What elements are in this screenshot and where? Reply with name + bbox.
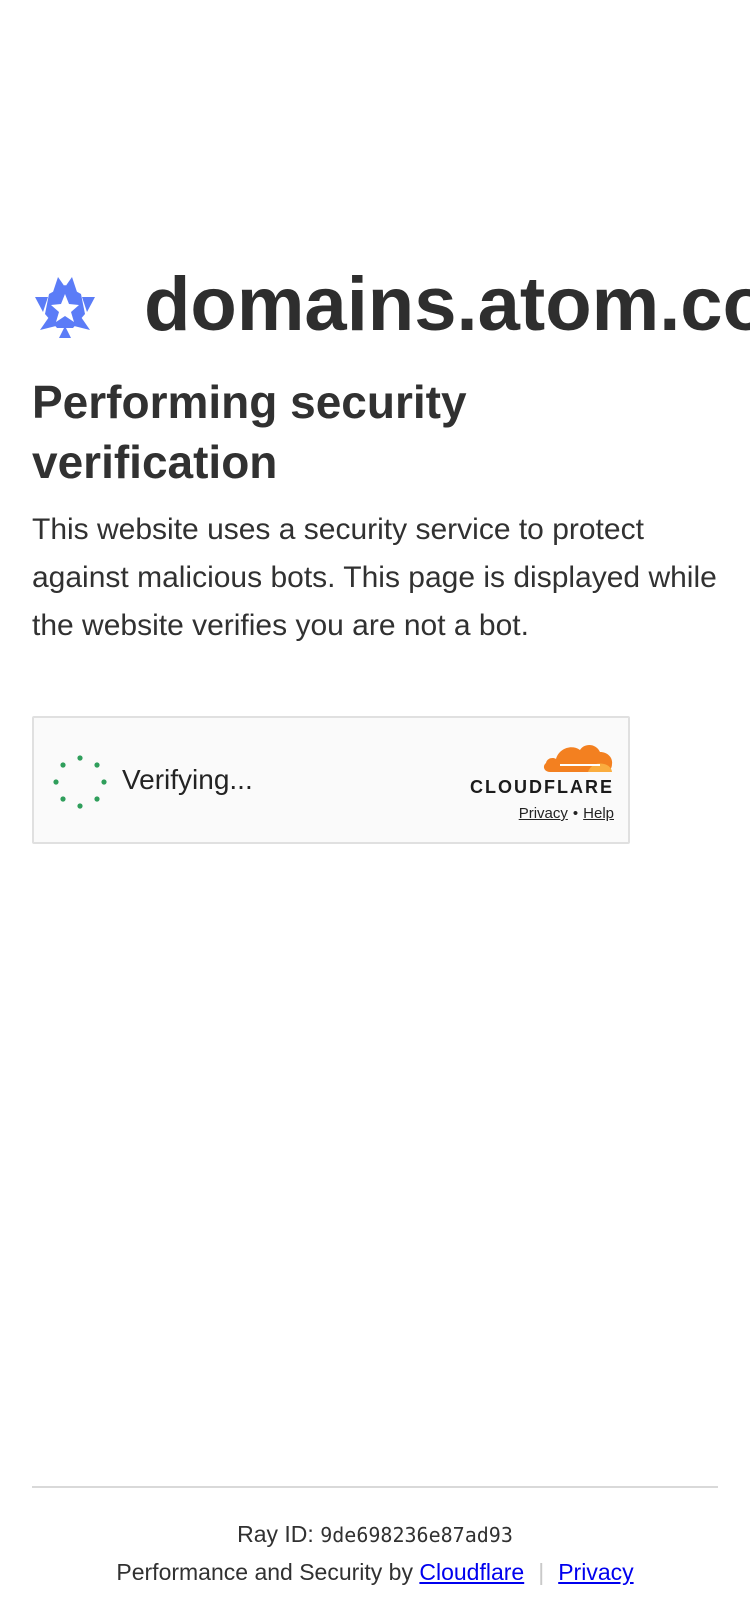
footer-privacy-link[interactable]: Privacy <box>558 1559 633 1585</box>
performance-line: Performance and Security by Cloudflare | P… <box>0 1556 750 1588</box>
ray-id-line: Ray ID: 9de698236e87ad93 <box>0 1518 750 1551</box>
site-domain: domains.atom.com <box>144 262 750 347</box>
atom-star-logo-icon <box>35 277 95 338</box>
widget-links: Privacy • Help <box>519 804 614 824</box>
loading-spinner-icon <box>53 755 107 809</box>
verifying-status-label: Verifying... <box>122 764 253 795</box>
cloudflare-wordmark: CLOUDFLARE <box>470 777 614 797</box>
footer-divider <box>32 1486 718 1488</box>
widget-privacy-link[interactable]: Privacy <box>519 805 568 822</box>
page-description: This website uses a security service to … <box>32 513 717 642</box>
verification-widget[interactable]: Verifying... CLOUDFLARE Privacy • Help <box>32 716 630 844</box>
widget-help-link[interactable]: Help <box>583 805 614 822</box>
link-separator: • <box>572 805 579 822</box>
cloudflare-brand: CLOUDFLARE Privacy • Help <box>464 740 614 830</box>
performance-prefix: Performance and Security by <box>116 1559 413 1585</box>
page-title: Performing security verification <box>32 376 467 488</box>
cloudflare-link[interactable]: Cloudflare <box>419 1559 524 1585</box>
footer-link-divider: | <box>538 1559 545 1585</box>
ray-id-label: Ray ID: <box>237 1521 314 1547</box>
ray-id-value: 9de698236e87ad93 <box>320 1523 513 1547</box>
cloudflare-cloud-icon <box>543 744 613 772</box>
site-header: domains.atom.com <box>32 262 750 348</box>
